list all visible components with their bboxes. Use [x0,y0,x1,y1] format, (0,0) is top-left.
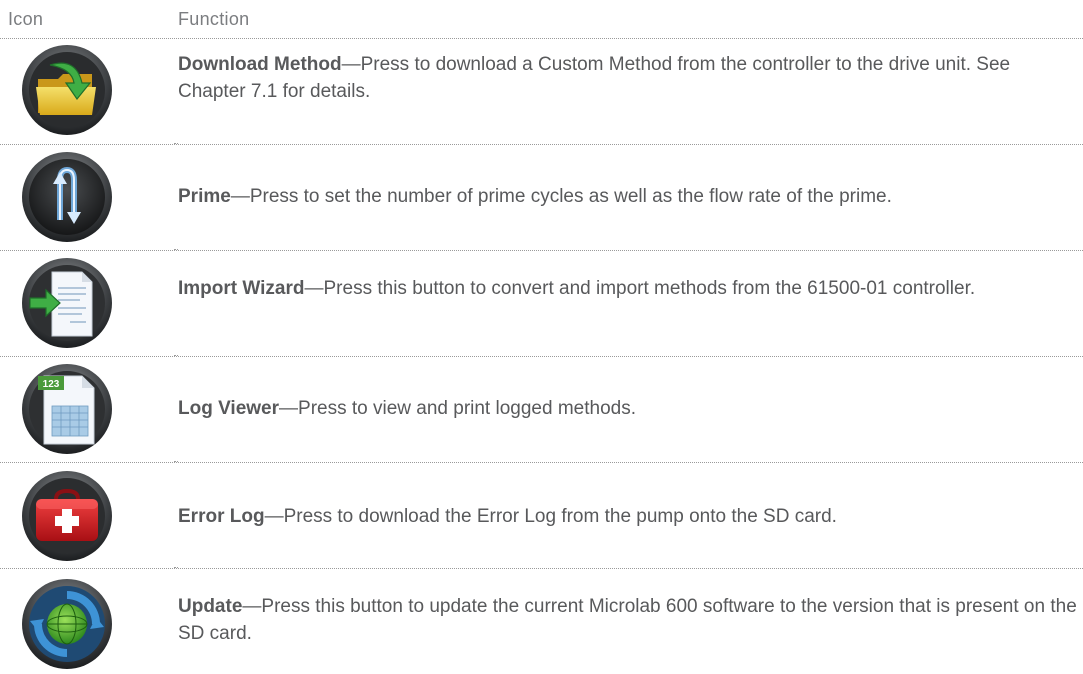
table-row: Update—Press this button to update the c… [0,569,1083,674]
row-text: Press this button to update the current … [178,596,1077,644]
update-globe-icon[interactable] [20,577,114,671]
function-column-header: Function [178,9,250,29]
row-title: Import Wizard [178,278,305,299]
em-dash: — [230,186,250,207]
row-title: Log Viewer [178,398,280,419]
icon-column-header: Icon [8,9,44,29]
row-title: Prime [178,186,231,207]
row-title: Update [178,596,243,617]
em-dash: — [341,54,361,75]
import-document-icon[interactable] [20,256,114,350]
em-dash: — [279,398,299,419]
row-description: Import Wizard—Press this button to conve… [178,275,1079,302]
row-title: Download Method [178,54,342,75]
row-text: Press to view and print logged methods. [298,398,636,419]
table-row: Download Method—Press to download a Cust… [0,39,1083,145]
table-header: Icon Function [0,0,1083,39]
download-folder-icon[interactable] [20,43,114,137]
table-row: Import Wizard—Press this button to conve… [0,251,1083,357]
row-description: Update—Press this button to update the c… [178,593,1079,647]
prime-cycle-icon[interactable] [20,150,114,244]
em-dash: — [242,596,262,617]
row-text: Press to download the Error Log from the… [283,506,837,527]
row-title: Error Log [178,506,265,527]
row-text: Press this button to convert and import … [323,278,976,299]
table-row: 123 Log Viewer—Press to view and print l… [0,357,1083,463]
row-text: Press to set the number of prime cycles … [249,186,892,207]
row-description: Error Log—Press to download the Error Lo… [178,503,1079,530]
badge-text: 123 [43,379,60,390]
row-description: Log Viewer—Press to view and print logge… [178,395,1079,422]
table-row: Error Log—Press to download the Error Lo… [0,463,1083,569]
em-dash: — [304,278,324,299]
row-description: Download Method—Press to download a Cust… [178,51,1079,105]
em-dash: — [264,506,284,527]
log-spreadsheet-icon[interactable]: 123 [20,362,114,456]
row-description: Prime—Press to set the number of prime c… [178,183,1079,210]
first-aid-kit-icon[interactable] [20,469,114,563]
table-row: Prime—Press to set the number of prime c… [0,145,1083,251]
